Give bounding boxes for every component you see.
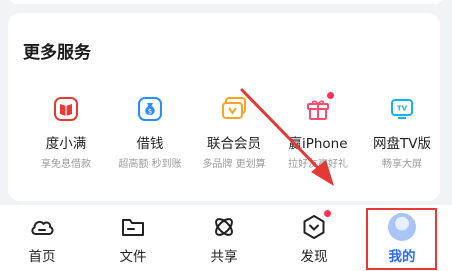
annotation-arrow xyxy=(240,88,334,186)
